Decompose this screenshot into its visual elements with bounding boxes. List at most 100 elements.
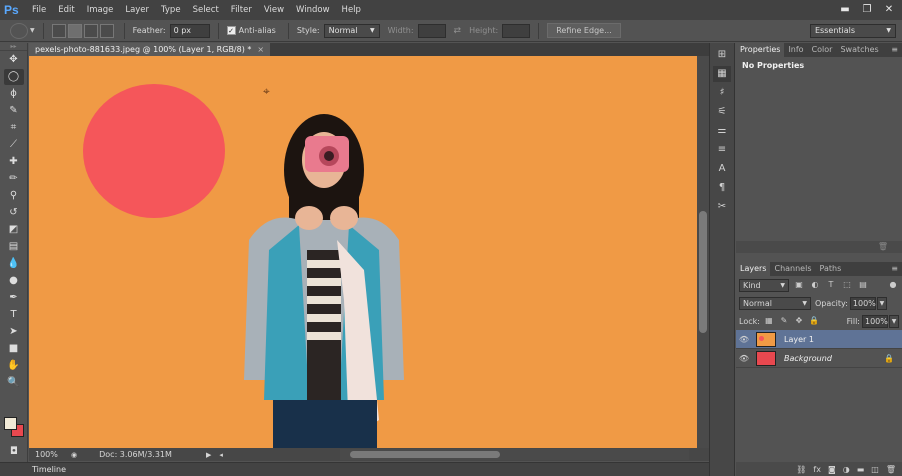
hand-tool-icon[interactable]: ✋ <box>4 358 24 374</box>
lock-all-icon[interactable]: 🔒 <box>808 315 820 327</box>
adjustment-filter-icon[interactable]: ◐ <box>809 279 821 291</box>
add-to-selection-icon[interactable] <box>67 23 82 38</box>
type-filter-icon[interactable]: T <box>825 279 837 291</box>
lock-position-icon[interactable]: ✥ <box>793 315 805 327</box>
document-tab[interactable]: pexels-photo-881633.jpeg @ 100% (Layer 1… <box>29 43 271 56</box>
tab-info[interactable]: Info <box>784 43 807 57</box>
scroll-left-icon[interactable]: ◂ <box>219 451 223 459</box>
horizontal-scrollbar[interactable] <box>340 449 689 460</box>
timeline-panel-tab[interactable]: Timeline <box>0 462 709 476</box>
link-layers-icon[interactable]: ⛓ <box>796 465 806 474</box>
swap-icon[interactable]: ⇄ <box>454 26 462 36</box>
healing-brush-tool-icon[interactable]: ✚ <box>4 154 24 170</box>
dodge-tool-icon[interactable]: ● <box>4 273 24 289</box>
workspace-select[interactable]: Essentials ▼ <box>810 23 896 38</box>
pixel-filter-icon[interactable]: ▣ <box>793 279 805 291</box>
play-icon[interactable]: ▶ <box>206 451 211 459</box>
history-brush-tool-icon[interactable]: ↺ <box>4 205 24 221</box>
fill-dropdown-icon[interactable]: ▼ <box>889 314 899 328</box>
restore-button[interactable]: ❐ <box>858 2 876 17</box>
menu-layer[interactable]: Layer <box>125 5 149 15</box>
chevron-down-icon[interactable]: ▼ <box>30 27 35 34</box>
tab-channels[interactable]: Channels <box>770 262 815 276</box>
brush-tool-icon[interactable]: ✏ <box>4 171 24 187</box>
add-mask-icon[interactable]: ◙ <box>828 465 836 474</box>
quick-selection-tool-icon[interactable]: ✎ <box>4 103 24 119</box>
close-button[interactable]: ✕ <box>880 2 898 17</box>
zoom-tool-icon[interactable]: 🔍 <box>4 375 24 391</box>
menu-type[interactable]: Type <box>161 5 181 15</box>
kind-filter-select[interactable]: Kind ▼ <box>739 278 789 292</box>
styles-panel-icon[interactable]: ⚌ <box>713 123 731 139</box>
horizontal-scroll-thumb[interactable] <box>350 451 500 458</box>
menu-file[interactable]: File <box>32 5 46 15</box>
width-input[interactable] <box>417 23 446 38</box>
elliptical-marquee-tool-icon[interactable]: ◯ <box>3 69 24 85</box>
filter-toggle-icon[interactable]: ● <box>887 279 899 291</box>
pen-tool-icon[interactable]: ✒ <box>4 290 24 306</box>
adjustment-layer-icon[interactable]: ◑ <box>843 465 850 474</box>
fill-input[interactable]: 100% <box>862 314 888 328</box>
visibility-eye-icon[interactable]: 👁 <box>736 354 752 363</box>
move-tool-icon[interactable]: ✥ <box>4 52 24 68</box>
layer-style-icon[interactable]: fx <box>813 465 821 474</box>
feather-input[interactable]: 0 px <box>169 23 210 38</box>
style-select[interactable]: Normal ▼ <box>323 23 380 38</box>
close-icon[interactable]: × <box>257 44 264 55</box>
history-panel-icon[interactable]: ⊞ <box>713 47 731 63</box>
actions-panel-icon[interactable]: ▦ <box>713 66 731 82</box>
zoom-level[interactable]: 100% <box>35 450 63 459</box>
opacity-dropdown-icon[interactable]: ▼ <box>876 296 887 310</box>
paragraph-panel-icon[interactable]: ¶ <box>713 180 731 196</box>
new-group-icon[interactable]: ▬ <box>857 465 865 474</box>
panel-grip[interactable]: ▸▸ <box>0 43 27 51</box>
refine-edge-button[interactable]: Refine Edge... <box>547 23 621 38</box>
panel-menu-icon[interactable]: ≡ <box>891 262 898 276</box>
type-tool-icon[interactable]: T <box>4 307 24 323</box>
trash-icon[interactable]: 🗑 <box>878 242 888 251</box>
tab-color[interactable]: Color <box>808 43 837 57</box>
vertical-scroll-thumb[interactable] <box>699 211 707 333</box>
tool-presets-icon[interactable]: ✂ <box>713 199 731 215</box>
layer-row-layer-1[interactable]: 👁 Layer 1 <box>736 330 902 349</box>
intersect-selection-icon[interactable] <box>99 23 114 38</box>
menu-select[interactable]: Select <box>193 5 219 15</box>
shape-filter-icon[interactable]: ⬚ <box>841 279 853 291</box>
quick-mask-icon[interactable]: ◘ <box>4 444 24 460</box>
tab-paths[interactable]: Paths <box>816 262 846 276</box>
minimize-button[interactable]: ▬ <box>836 2 854 17</box>
tab-properties[interactable]: Properties <box>736 43 785 57</box>
menu-image[interactable]: Image <box>87 5 114 15</box>
layer-row-background[interactable]: 👁 Background 🔒 <box>736 349 902 368</box>
lock-transparent-icon[interactable]: ▦ <box>763 315 775 327</box>
opacity-input[interactable]: 100% <box>849 296 876 310</box>
visibility-eye-icon[interactable]: 👁 <box>736 335 752 344</box>
adjustments-panel-icon[interactable]: ⚟ <box>713 104 731 120</box>
eraser-tool-icon[interactable]: ◩ <box>4 222 24 238</box>
clone-stamp-tool-icon[interactable]: ⚲ <box>4 188 24 204</box>
tab-layers[interactable]: Layers <box>736 262 771 276</box>
menu-edit[interactable]: Edit <box>58 5 74 15</box>
brush-presets-icon[interactable]: ♯ <box>713 85 731 101</box>
new-selection-icon[interactable] <box>51 23 66 38</box>
rectangle-tool-icon[interactable]: ■ <box>4 341 24 357</box>
delete-layer-icon[interactable]: 🗑 <box>886 465 896 474</box>
height-input[interactable] <box>502 23 531 38</box>
lock-image-icon[interactable]: ✎ <box>778 315 790 327</box>
menu-filter[interactable]: Filter <box>231 5 252 15</box>
blend-mode-select[interactable]: Normal ▼ <box>739 296 811 310</box>
menu-help[interactable]: Help <box>342 5 361 15</box>
vertical-scrollbar[interactable] <box>697 56 709 448</box>
paragraph-styles-icon[interactable]: ≡ <box>713 142 731 158</box>
menu-window[interactable]: Window <box>296 5 330 15</box>
elliptical-marquee-preset-icon[interactable] <box>10 22 28 39</box>
lasso-tool-icon[interactable]: ϕ <box>4 86 24 102</box>
eyedropper-tool-icon[interactable]: ⟋ <box>4 137 24 153</box>
new-layer-icon[interactable]: ◫ <box>871 465 879 474</box>
tab-swatches[interactable]: Swatches <box>836 43 882 57</box>
subtract-from-selection-icon[interactable] <box>83 23 98 38</box>
smart-object-filter-icon[interactable]: ▤ <box>857 279 869 291</box>
menu-view[interactable]: View <box>264 5 284 15</box>
path-selection-tool-icon[interactable]: ➤ <box>4 324 24 340</box>
character-panel-icon[interactable]: A <box>713 161 731 177</box>
